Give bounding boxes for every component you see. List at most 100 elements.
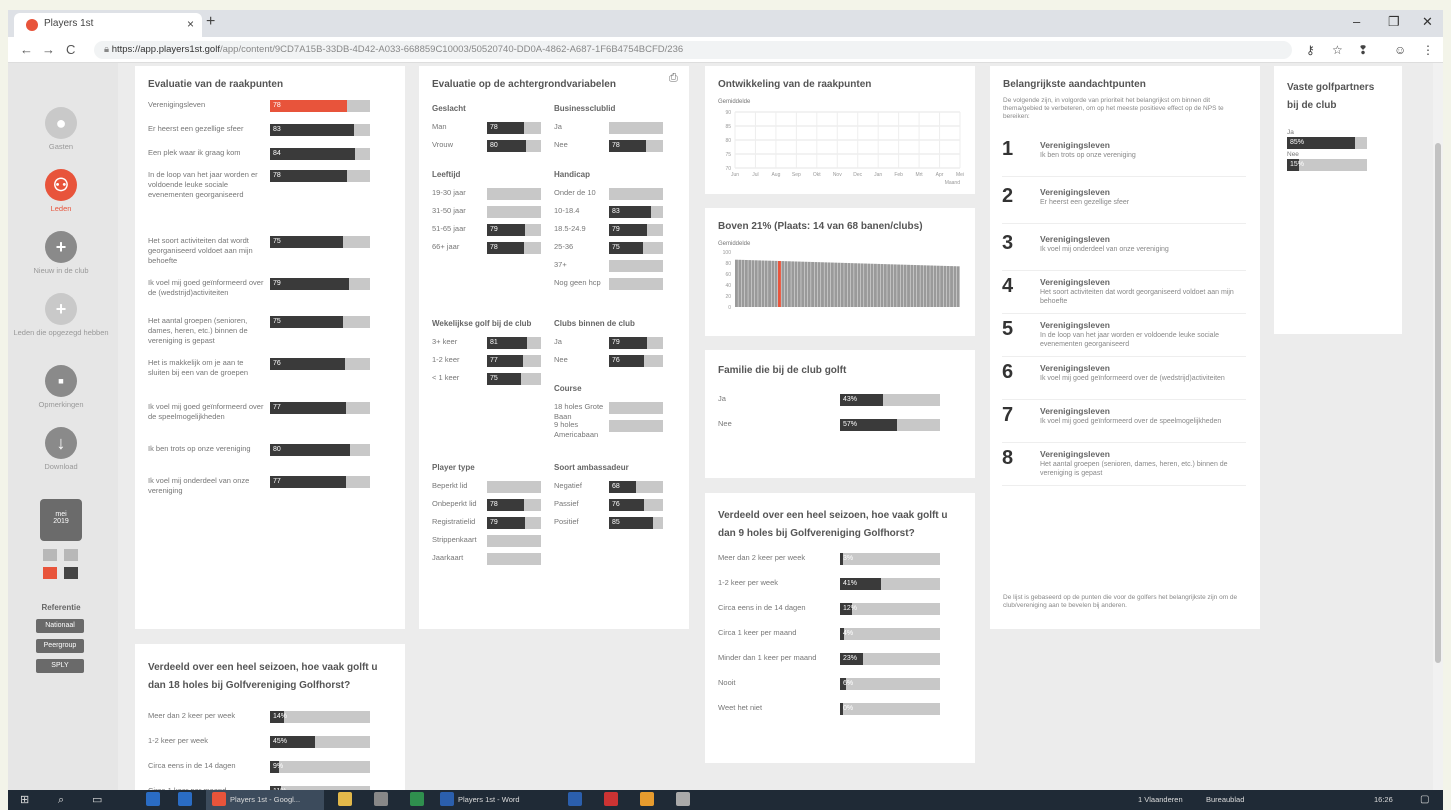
- app-icon[interactable]: [604, 792, 618, 806]
- reload-icon[interactable]: C: [66, 42, 75, 57]
- close-window-button[interactable]: ✕: [1422, 14, 1433, 30]
- variable-label: Onbeperkt lid: [432, 499, 477, 508]
- sidebar-item-nieuw[interactable]: + Nieuw in de club: [8, 231, 114, 275]
- new-tab-button[interactable]: +: [206, 13, 215, 31]
- store-icon[interactable]: [374, 792, 388, 806]
- variable-label: Positief: [554, 517, 579, 526]
- score-bar-fill: 80: [487, 140, 526, 152]
- percentage-bar-fill: 12%: [840, 603, 857, 615]
- ranking-bar: [834, 262, 838, 307]
- task-view-icon[interactable]: ▭: [92, 794, 102, 806]
- calendar-prev-month-button[interactable]: [43, 549, 57, 561]
- achtergrond-title: Evaluatie op de achtergrondvariabelen: [432, 79, 616, 90]
- calendar-next-month-button[interactable]: [64, 549, 78, 561]
- variable-label: Nog geen hcp: [554, 278, 601, 287]
- x-tick-label: Dec: [853, 172, 862, 178]
- priority-rank: 3: [1002, 232, 1014, 254]
- taskbar-clock[interactable]: 16:26: [1374, 794, 1393, 806]
- answer-label: Circa eens in de 14 dagen: [148, 761, 236, 770]
- ranking-bar: [950, 266, 953, 307]
- referentie-nationaal-button[interactable]: Nationaal: [36, 619, 84, 633]
- score-bar: 79: [609, 337, 663, 349]
- back-arrow-icon[interactable]: ←: [20, 42, 33, 57]
- chrome-icon: [212, 792, 226, 806]
- x-tick-label: Feb: [894, 172, 903, 178]
- word-icon[interactable]: [440, 792, 454, 806]
- priority-rank: 4: [1002, 275, 1014, 297]
- taskbar-desktop[interactable]: Bureaublad: [1206, 794, 1244, 806]
- percentage-bar: 85%: [1287, 137, 1367, 149]
- app-icon[interactable]: [676, 792, 690, 806]
- answer-label: Minder dan 1 keer per maand: [718, 653, 817, 662]
- y-tick-label: 40: [725, 283, 731, 289]
- calendar-widget[interactable]: mei 2019: [40, 499, 82, 541]
- priority-description: Ik voel mij goed geïnformeerd over de sp…: [1040, 418, 1222, 425]
- calendar-period-month-button[interactable]: [43, 567, 57, 579]
- app-icon[interactable]: [640, 792, 654, 806]
- variable-label: Jaarkaart: [432, 553, 464, 562]
- ranking-bar: [943, 265, 947, 307]
- download-icon: ↓: [45, 427, 77, 459]
- percentage-bar-fill: 41%: [840, 578, 881, 590]
- file-explorer-icon[interactable]: [338, 792, 352, 806]
- percentage-bar: 23%: [840, 653, 940, 665]
- score-bar: 80: [487, 140, 541, 152]
- plus-icon: +: [45, 293, 77, 325]
- minimize-button[interactable]: –: [1353, 14, 1360, 29]
- vertical-scrollbar[interactable]: [1433, 63, 1443, 790]
- key-icon[interactable]: ⚷: [1306, 43, 1315, 57]
- taskbar-language[interactable]: 1 Vlaanderen: [1138, 794, 1183, 806]
- windows-start-icon[interactable]: ⊞: [20, 794, 29, 806]
- close-tab-icon[interactable]: ×: [187, 17, 194, 31]
- score-bar: 83: [609, 206, 663, 218]
- x-tick-label: Sep: [792, 172, 801, 178]
- search-icon[interactable]: ⌕: [58, 794, 64, 806]
- star-icon[interactable]: ☆: [1332, 43, 1343, 57]
- percentage-bar-fill: 3%: [840, 553, 853, 565]
- sidebar-item-download[interactable]: ↓ Download: [8, 427, 114, 471]
- forward-arrow-icon[interactable]: →: [42, 42, 55, 57]
- referentie-peergroup-button[interactable]: Peergroup: [36, 639, 84, 653]
- maximize-button[interactable]: ❐: [1388, 14, 1400, 30]
- referentie-sply-button[interactable]: SPLY: [36, 659, 84, 673]
- percentage-bar-fill: 0%: [840, 703, 853, 715]
- variable-label: < 1 keer: [432, 373, 460, 382]
- extension-icon[interactable]: ❢: [1358, 43, 1368, 57]
- percentage-bar-fill: 4%: [840, 628, 853, 640]
- menu-dots-icon[interactable]: ⋮: [1422, 43, 1434, 57]
- excel-icon[interactable]: [410, 792, 424, 806]
- aandacht-intro: De volgende zijn, in volgorde van priori…: [1003, 97, 1224, 120]
- priority-description: Ik voel mij goed geïnformeerd over de (w…: [1040, 375, 1225, 382]
- camera-icon[interactable]: ⎙: [669, 72, 678, 85]
- ranking-bar: [880, 264, 884, 307]
- url-field[interactable]: 🔒︎ https://app.players1st.golf/app/conte…: [94, 41, 1292, 59]
- members-icon: ⚇: [45, 169, 77, 201]
- ranking-bar: [857, 263, 861, 307]
- variable-group-title: Businessclublid: [554, 104, 616, 113]
- familie-title: Familie die bij de club golft: [718, 365, 847, 376]
- app-icon[interactable]: [568, 792, 582, 806]
- ranking-bar: [787, 261, 791, 307]
- sidebar-item-opmerkingen[interactable]: ▪ Opmerkingen: [8, 365, 114, 409]
- ranking-bar: [890, 264, 894, 307]
- edge-icon[interactable]: [146, 792, 160, 806]
- scrollbar-thumb[interactable]: [1435, 143, 1441, 663]
- browser-tab[interactable]: Players 1st ×: [14, 13, 202, 37]
- raakpunten-title: Evaluatie van de raakpunten: [148, 79, 284, 90]
- notifications-icon[interactable]: ▢: [1420, 794, 1429, 806]
- ranking-bar: [827, 262, 831, 307]
- profile-icon[interactable]: ☺: [1394, 43, 1406, 57]
- ranking-bar: [893, 264, 897, 307]
- ranking-bar: [900, 264, 904, 307]
- ie-icon[interactable]: [178, 792, 192, 806]
- sidebar-item-opgezegd[interactable]: + Leden die opgezegd hebben: [8, 293, 114, 337]
- score-bar: [609, 420, 663, 432]
- percentage-bar: 6%: [840, 678, 940, 690]
- taskbar-app-label[interactable]: Players 1st - Word: [458, 794, 520, 806]
- priority-title: Verenigingsleven: [1040, 187, 1110, 197]
- sidebar-item-leden[interactable]: ⚇ Leden: [8, 169, 114, 213]
- ranking-bar: [781, 261, 785, 307]
- variable-label: 18.5-24.9: [554, 224, 586, 233]
- sidebar-item-gasten[interactable]: ● Gasten: [8, 107, 114, 151]
- calendar-period-year-button[interactable]: [64, 567, 78, 579]
